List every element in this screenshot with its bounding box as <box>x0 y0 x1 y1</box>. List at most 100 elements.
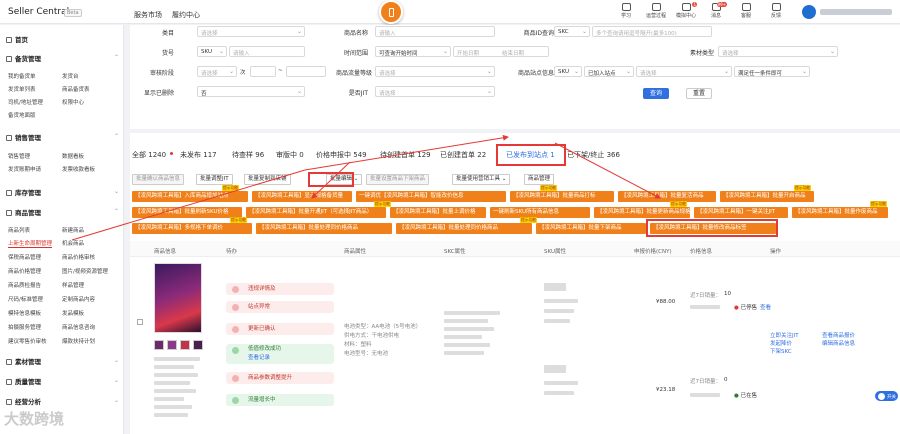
time-type-select[interactable]: 可查询开始时间 ⌄ <box>375 46 451 57</box>
sidebar-item[interactable]: 权限中心 <box>62 98 84 106</box>
sidebar-section-analysis[interactable]: 经营分析 ⌄ <box>6 396 119 406</box>
plugin-button[interactable]: 【凌风跨境工具箱】多规格下单调价 <box>132 223 252 234</box>
sidebar-section-products[interactable]: 商品管理 ⌃ <box>6 207 119 217</box>
match-mode-select[interactable]: 满足任一条件即可 ⌄ <box>734 66 810 77</box>
nav-fulfillment-center[interactable]: 履约中心 <box>172 10 200 20</box>
plugin-button[interactable]: 【凌风跨境工具箱】一键关注JIT <box>694 207 788 218</box>
sidebar-section-sales[interactable]: 销售管理 ⌃ <box>6 132 119 142</box>
product-thumb[interactable] <box>193 340 203 350</box>
tool-service[interactable]: 客服 <box>732 3 760 23</box>
sidebar-item-lifecycle-active[interactable]: 上新生命周期管理 <box>8 239 53 248</box>
batch-delist-button[interactable]: 批量设置商品下架商品 <box>366 174 430 185</box>
site-select[interactable]: 请选择 ⌄ <box>636 66 732 77</box>
plugin-button[interactable]: 【凌风跨境工具箱】批量商品打标 <box>510 191 614 202</box>
plugin-button[interactable]: 【凌风跨境工具箱】批量复活商品 <box>618 191 716 202</box>
sidebar-item[interactable]: 样品管理 <box>62 281 84 289</box>
plugin-logo-icon[interactable] <box>379 0 403 24</box>
batch-marketing-button[interactable]: 批量使用营销工具 ⌄ <box>452 174 511 185</box>
batch-confirm-button[interactable]: 批量确认商品信息 <box>132 174 185 185</box>
sidebar-item[interactable]: 商品质检报告 <box>8 281 41 289</box>
category-select[interactable]: 请选择 ⌄ <box>197 26 305 37</box>
view-link[interactable]: 查看 <box>760 303 771 311</box>
plugin-button[interactable]: 【凌风跨境工具箱】批量更新商品规格 <box>594 207 690 218</box>
sidebar-section-materials[interactable]: 素材管理 ⌄ <box>6 356 119 366</box>
plugin-button[interactable]: 【凌风跨境工具箱】批量开通JIT（可选择JIT商品） <box>246 207 386 218</box>
review-stage-select[interactable]: 请选择 ⌄ <box>197 66 237 77</box>
times-input[interactable] <box>250 66 276 77</box>
product-thumb[interactable] <box>180 340 190 350</box>
site-joined-select[interactable]: 已加入站点 ⌄ <box>584 66 634 77</box>
sidebar-item[interactable]: 商品列表 <box>8 226 30 234</box>
traffic-level-select[interactable]: 请选择 ⌄ <box>375 66 495 77</box>
sidebar-item[interactable]: 销售管理 <box>8 152 30 160</box>
sidebar-item[interactable]: 备货地面版 <box>8 111 36 119</box>
op-delist-skc[interactable]: 下架SKC <box>770 347 792 355</box>
sidebar-section-stock[interactable]: 备货管理 ⌃ <box>6 53 119 63</box>
date-range-input[interactable]: 开始日期 结束日期 <box>453 46 549 57</box>
op-edit-product[interactable]: 编辑商品信息 <box>822 339 855 347</box>
sidebar-item[interactable]: 发货单列表 <box>8 85 36 93</box>
id-type-select[interactable]: SKC ⌄ <box>554 26 590 37</box>
sidebar-item[interactable]: 尺码/标准管理 <box>8 295 43 303</box>
product-image[interactable] <box>154 263 202 333</box>
reset-button[interactable]: 重置 <box>686 88 712 99</box>
query-button[interactable]: 查询 <box>643 88 669 99</box>
sidebar-item[interactable]: 机会商品 <box>62 239 84 247</box>
plugin-button[interactable]: 【凌风跨境工具箱】批量作废商品 <box>792 207 888 218</box>
sidebar-item[interactable]: 数据看板 <box>62 152 84 160</box>
sidebar-item[interactable]: 商品备货表 <box>62 85 90 93</box>
sidebar-item[interactable]: 爆款扶持计划 <box>62 337 95 345</box>
item-no-type-select[interactable]: SKU ⌄ <box>197 46 227 57</box>
plugin-button[interactable]: 【凌风跨境工具箱】批量开启商品 <box>720 191 814 202</box>
todo-update-confirmed[interactable]: 更新已确认 <box>226 323 334 335</box>
floating-toggle[interactable]: 开关 <box>873 389 900 403</box>
plugin-button[interactable]: 【凌风跨境工具箱】批量处理同价格商品 <box>256 223 392 234</box>
show-deleted-select[interactable]: 否 ⌄ <box>197 86 305 97</box>
todo-site-error[interactable]: 站点异常 <box>226 301 334 313</box>
tool-message[interactable]: 消息 99+ <box>702 2 730 23</box>
sidebar-item[interactable]: 司机/地址管理 <box>8 98 43 106</box>
plugin-button[interactable]: 【凌风跨境工具箱】批量处理同价格商品 <box>396 223 532 234</box>
times-max-input[interactable] <box>286 66 326 77</box>
tab-price-declaring[interactable]: 价格申报中 549 <box>316 150 367 160</box>
sidebar-item[interactable]: 拍摄服务管理 <box>8 323 41 331</box>
sidebar-item[interactable]: 商品价格审核 <box>62 253 95 261</box>
tab-reviewing[interactable]: 审版中 0 <box>276 150 304 160</box>
avatar[interactable] <box>802 5 816 19</box>
product-name-input[interactable]: 请输入 <box>375 26 495 37</box>
sidebar-item[interactable]: 商品价格管理 <box>8 267 41 275</box>
tab-first-order-created[interactable]: 已创建首单 22 <box>440 150 486 160</box>
tab-pending-sample[interactable]: 待查样 96 <box>232 150 264 160</box>
sidebar-home[interactable]: 首页 <box>6 34 28 44</box>
item-no-input[interactable]: 请输入 <box>229 46 305 57</box>
todo-violation[interactable]: 违规详情及 <box>226 283 334 295</box>
op-follow-jit[interactable]: 立即关注JIT <box>770 331 799 339</box>
plugin-button[interactable]: 【凌风跨境工具箱】批量上调价格 <box>390 207 486 218</box>
sidebar-item[interactable]: 建议零售价审核 <box>8 337 47 345</box>
is-jit-select[interactable]: 请选择 ⌄ <box>375 86 495 97</box>
user-name-blurred[interactable] <box>820 9 892 15</box>
sidebar-item[interactable]: 保税商品管理 <box>8 253 41 261</box>
todo-value-modified[interactable]: 低值修改成功 查看记录 <box>226 344 334 364</box>
sidebar-section-inventory[interactable]: 库存管理 ⌄ <box>6 187 119 197</box>
sidebar-item[interactable]: 发货账期申请 <box>8 165 41 173</box>
tool-learn[interactable]: 学习 <box>612 3 640 23</box>
tab-pending-first-order[interactable]: 待创建首单 129 <box>380 150 431 160</box>
product-thumb[interactable] <box>154 340 164 350</box>
plugin-button[interactable]: 一键刷新SKU所有商品信息 <box>490 207 590 218</box>
plugin-button[interactable]: 【凌风跨境工具箱】入库商品增加站点 <box>132 191 248 202</box>
sidebar-item[interactable]: 发货台 <box>62 72 79 80</box>
plugin-button[interactable]: 【凌风跨境工具箱】批量下架商品 <box>536 223 646 234</box>
product-id-input[interactable]: 多个查询请用逗号隔开(最多100) <box>592 26 712 37</box>
todo-param-adjust[interactable]: 商品参数调整提升 <box>226 372 334 384</box>
nav-service-market[interactable]: 服务市场 <box>134 10 162 20</box>
tool-sim[interactable]: 模拟中心 1 <box>672 2 700 23</box>
tool-feedback[interactable]: 反馈 <box>762 3 790 23</box>
sidebar-item[interactable]: 新建商品 <box>62 226 84 234</box>
tab-delisted[interactable]: 已下架/终止 366 <box>567 150 620 160</box>
tool-ops[interactable]: 运营过程 <box>642 3 670 23</box>
op-lower-price[interactable]: 发起降价 <box>770 339 792 347</box>
sidebar-item[interactable]: 我的备货单 <box>8 72 36 80</box>
product-thumb[interactable] <box>167 340 177 350</box>
sidebar-item[interactable]: 发票收款看板 <box>62 165 95 173</box>
